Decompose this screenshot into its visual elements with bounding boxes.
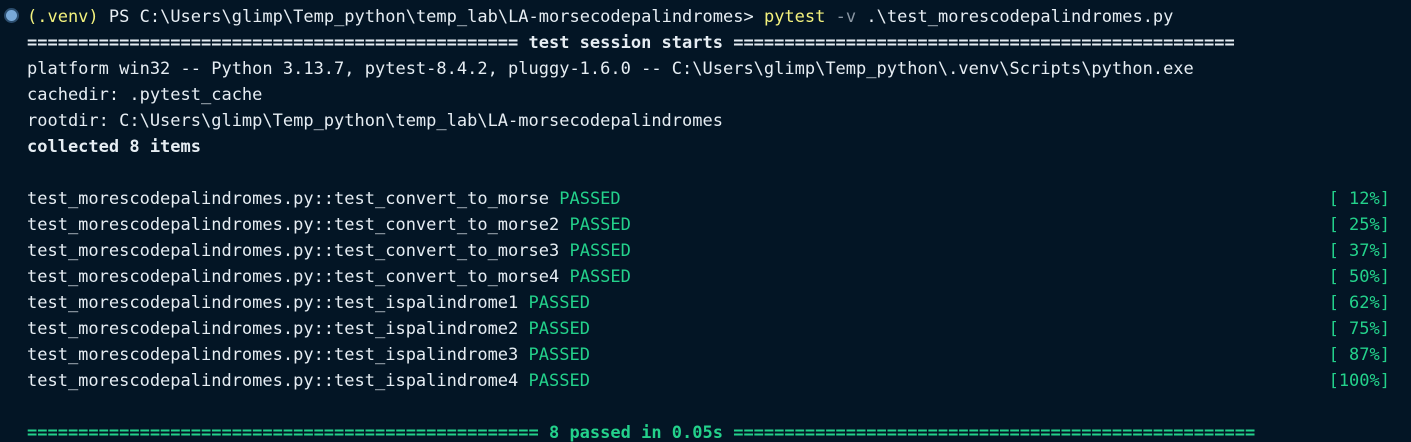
test-result-row: test_morescodepalindromes.py::test_conve… [27,186,1401,212]
test-result-row: test_morescodepalindromes.py::test_ispal… [27,290,1401,316]
test-status: PASSED [569,267,631,287]
prompt-line: (.venv) PS C:\Users\glimp\Temp_python\te… [27,4,1401,30]
test-progress: [ 50%] [1328,267,1390,287]
test-status: PASSED [559,189,621,209]
test-progress: [ 87%] [1328,345,1390,365]
test-progress: [100%] [1328,371,1390,391]
command-name: pytest [763,7,826,27]
test-result-row: test_morescodepalindromes.py::test_conve… [27,238,1401,264]
test-result-row: test_morescodepalindromes.py::test_ispal… [27,316,1401,342]
collected-items-line: collected 8 items [27,137,201,157]
command-flag: -v [835,7,857,27]
test-name: test_morescodepalindromes.py::test_conve… [27,215,560,235]
venv-label: (.venv) [27,7,99,27]
command-target: .\test_morescodepalindromes.py [866,7,1174,27]
test-result-row: test_morescodepalindromes.py::test_ispal… [27,368,1401,394]
test-status: PASSED [528,293,590,313]
platform-info-line: platform win32 -- Python 3.13.7, pytest-… [27,59,1194,79]
cachedir-line: cachedir: .pytest_cache [27,85,263,105]
summary-separator: ========================================… [27,423,1256,442]
test-name: test_morescodepalindromes.py::test_conve… [27,267,560,287]
test-name: test_morescodepalindromes.py::test_ispal… [27,293,519,313]
session-header-separator: ========================================… [27,33,1235,53]
test-name: test_morescodepalindromes.py::test_ispal… [27,345,519,365]
test-progress: [ 75%] [1328,319,1390,339]
test-status: PASSED [569,241,631,261]
test-progress: [ 25%] [1328,215,1390,235]
ps-path: PS C:\Users\glimp\Temp_python\temp_lab\L… [108,7,754,27]
terminal-window[interactable]: (.venv) PS C:\Users\glimp\Temp_python\te… [0,0,1411,442]
prompt-status-dot-icon [6,10,17,21]
test-result-row: test_morescodepalindromes.py::test_conve… [27,264,1401,290]
rootdir-line: rootdir: C:\Users\glimp\Temp_python\temp… [27,111,723,131]
test-progress: [ 12%] [1328,189,1390,209]
test-status: PASSED [569,215,631,235]
test-progress: [ 37%] [1328,241,1390,261]
test-name: test_morescodepalindromes.py::test_ispal… [27,319,519,339]
test-progress: [ 62%] [1328,293,1390,313]
test-name: test_morescodepalindromes.py::test_conve… [27,241,560,261]
test-status: PASSED [528,371,590,391]
test-status: PASSED [528,319,590,339]
test-name: test_morescodepalindromes.py::test_conve… [27,189,549,209]
test-name: test_morescodepalindromes.py::test_ispal… [27,371,519,391]
test-status: PASSED [528,345,590,365]
test-result-row: test_morescodepalindromes.py::test_conve… [27,212,1401,238]
test-result-row: test_morescodepalindromes.py::test_ispal… [27,342,1401,368]
